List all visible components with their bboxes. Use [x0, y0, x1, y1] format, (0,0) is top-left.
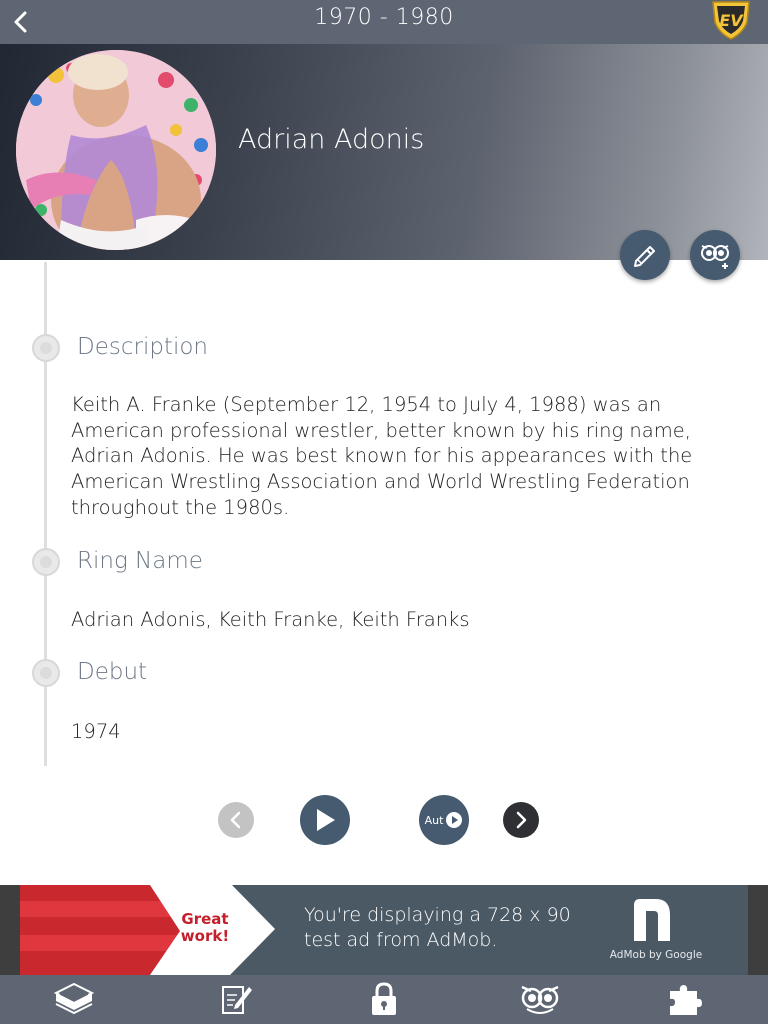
section-body-debut: 1974	[71, 720, 121, 743]
ad-badge: Great work!	[180, 910, 230, 945]
tab-ring[interactable]	[52, 979, 96, 1019]
ev-shield-icon: EV	[712, 1, 750, 40]
edit-button[interactable]	[620, 230, 670, 280]
autoplay-button[interactable]: Aut	[419, 795, 469, 845]
add-favorite-button[interactable]	[690, 230, 740, 280]
puzzle-icon	[670, 985, 702, 1015]
chevron-left-icon	[230, 811, 241, 829]
edit-note-icon	[222, 986, 252, 1014]
app-logo: EV	[710, 0, 752, 40]
play-icon	[317, 809, 335, 831]
ad-message: You're displaying a 728 x 90 test ad fro…	[304, 904, 571, 951]
previous-button[interactable]	[218, 802, 254, 838]
play-circle-icon	[446, 812, 463, 828]
timeline-dot	[32, 548, 60, 576]
section-title-debut: Debut	[77, 659, 148, 685]
owl-icon	[521, 985, 559, 1014]
section-title-description: Description	[77, 334, 208, 360]
wrestling-ring-icon	[53, 982, 95, 1015]
admob-brand: AdMob by Google	[609, 949, 703, 961]
profile-header: Adrian Adonis	[0, 44, 768, 280]
section-body-ring-name: Adrian Adonis, Keith Franke, Keith Frank…	[71, 608, 470, 631]
tab-puzzle[interactable]	[664, 979, 708, 1019]
timeline-dot	[32, 659, 60, 687]
lock-icon	[372, 982, 396, 1015]
wrestler-photo	[16, 50, 216, 250]
ad-banner-container: Great work! You're displaying a 728 x 90…	[0, 885, 768, 975]
tab-bar	[0, 975, 768, 1024]
autoplay-label: Aut	[424, 813, 444, 827]
section-title-ring-name: Ring Name	[77, 548, 203, 574]
timeline-dot	[32, 334, 60, 362]
play-button[interactable]	[300, 795, 350, 845]
nav-bar: 1970 - 1980 EV	[0, 0, 768, 44]
chevron-right-icon	[516, 811, 527, 829]
ad-banner[interactable]: Great work! You're displaying a 728 x 90…	[20, 885, 748, 975]
tab-owl[interactable]	[518, 979, 562, 1019]
page-title: 1970 - 1980	[314, 5, 454, 30]
svg-text:EV: EV	[719, 11, 744, 30]
section-body-description: Keith A. Franke (September 12, 1954 to J…	[71, 393, 693, 519]
profile-name: Adrian Adonis	[238, 124, 425, 155]
tab-lock[interactable]	[362, 979, 406, 1019]
next-button[interactable]	[503, 802, 539, 838]
pencil-icon	[634, 246, 655, 267]
owl-add-icon	[701, 245, 729, 269]
avatar	[16, 50, 216, 250]
tab-edit[interactable]	[213, 979, 257, 1019]
